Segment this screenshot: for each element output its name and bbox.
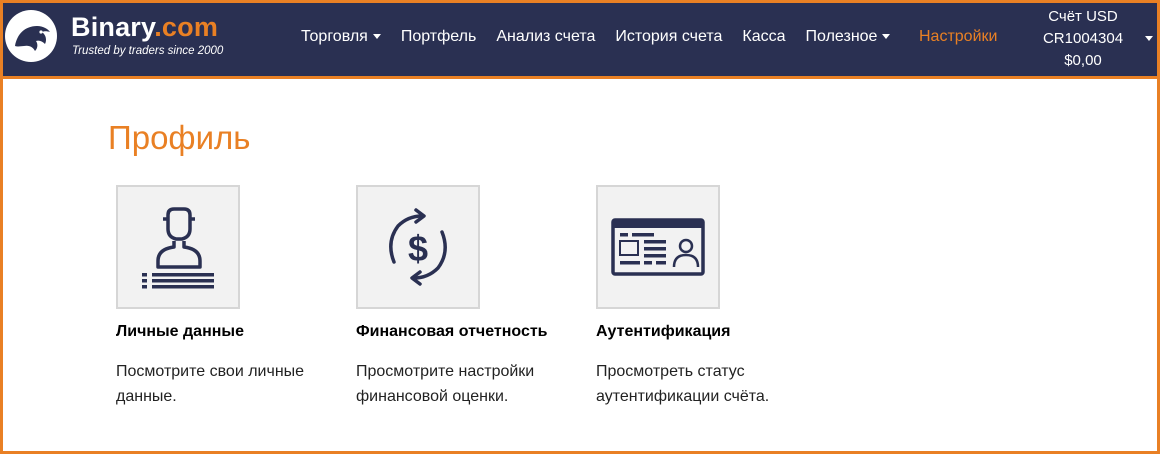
nav-item-settings-clip: Настройки xyxy=(919,27,1001,47)
nav-label: Портфель xyxy=(400,28,477,45)
card-tile[interactable]: $ xyxy=(356,185,480,309)
card-description: Посмотрите свои личные данные. xyxy=(116,363,305,405)
nav-label: Торговля xyxy=(301,28,368,45)
nav-item-account-analysis[interactable]: Анализ счета xyxy=(486,27,605,47)
nav-item-account-history[interactable]: История счета xyxy=(605,27,732,47)
card-title[interactable]: Аутентификация xyxy=(596,322,806,341)
account-switcher[interactable]: Счёт USD CR1004304 $0,00 xyxy=(1033,6,1133,72)
nav-label: Анализ счета xyxy=(496,28,596,45)
nav-label: Полезное xyxy=(805,28,878,45)
brand-name-text: Binary xyxy=(71,12,155,42)
card-description: Просмотреть статус аутентификации счёта. xyxy=(596,363,770,405)
card-title[interactable]: Личные данные xyxy=(116,322,326,341)
main-nav: Торговля Портфель Анализ счета История с… xyxy=(301,27,900,47)
card-description: Просмотрите настройки финансовой оценки. xyxy=(356,363,535,405)
nav-item-resources[interactable]: Полезное xyxy=(796,27,901,47)
id-card-icon xyxy=(611,218,705,276)
brand-tagline: Trusted by traders since 2000 xyxy=(72,45,224,57)
card-personal-details: Личные данные Посмотрите свои личные дан… xyxy=(116,185,326,409)
user-profile-icon xyxy=(142,207,214,289)
top-navbar: Binary.com Trusted by traders since 2000… xyxy=(3,3,1157,79)
nav-item-settings[interactable]: Настройки xyxy=(919,27,1001,47)
nav-item-cashier[interactable]: Касса xyxy=(732,27,795,47)
nav-label: Настройки xyxy=(919,28,998,45)
binary-logo-icon[interactable] xyxy=(3,8,59,64)
account-balance: $0,00 xyxy=(1064,52,1102,69)
caret-down-icon xyxy=(882,34,891,40)
page-title: Профиль xyxy=(108,119,251,156)
dollar-exchange-icon: $ xyxy=(389,208,447,286)
brand-tld: .com xyxy=(154,12,219,42)
card-authentication: Аутентификация Просмотреть статус аутент… xyxy=(596,185,806,409)
card-title[interactable]: Финансовая отчетность xyxy=(356,322,566,341)
nav-item-portfolio[interactable]: Портфель xyxy=(391,27,486,47)
account-type: Счёт USD xyxy=(1048,8,1118,25)
svg-text:$: $ xyxy=(408,228,428,269)
card-tile[interactable] xyxy=(116,185,240,309)
nav-label: История счета xyxy=(615,28,723,45)
card-financial-assessment: $ Финансовая отчетность Просмотрите наст… xyxy=(356,185,566,409)
nav-label: Касса xyxy=(742,28,786,45)
caret-down-icon xyxy=(372,34,381,40)
nav-item-trading[interactable]: Торговля xyxy=(301,27,391,47)
account-caret-down-icon[interactable] xyxy=(1145,36,1153,41)
card-tile[interactable] xyxy=(596,185,720,309)
page-frame: Binary.com Trusted by traders since 2000… xyxy=(0,0,1160,454)
brand-name[interactable]: Binary.com xyxy=(71,12,218,42)
account-id: CR1004304 xyxy=(1042,30,1124,47)
